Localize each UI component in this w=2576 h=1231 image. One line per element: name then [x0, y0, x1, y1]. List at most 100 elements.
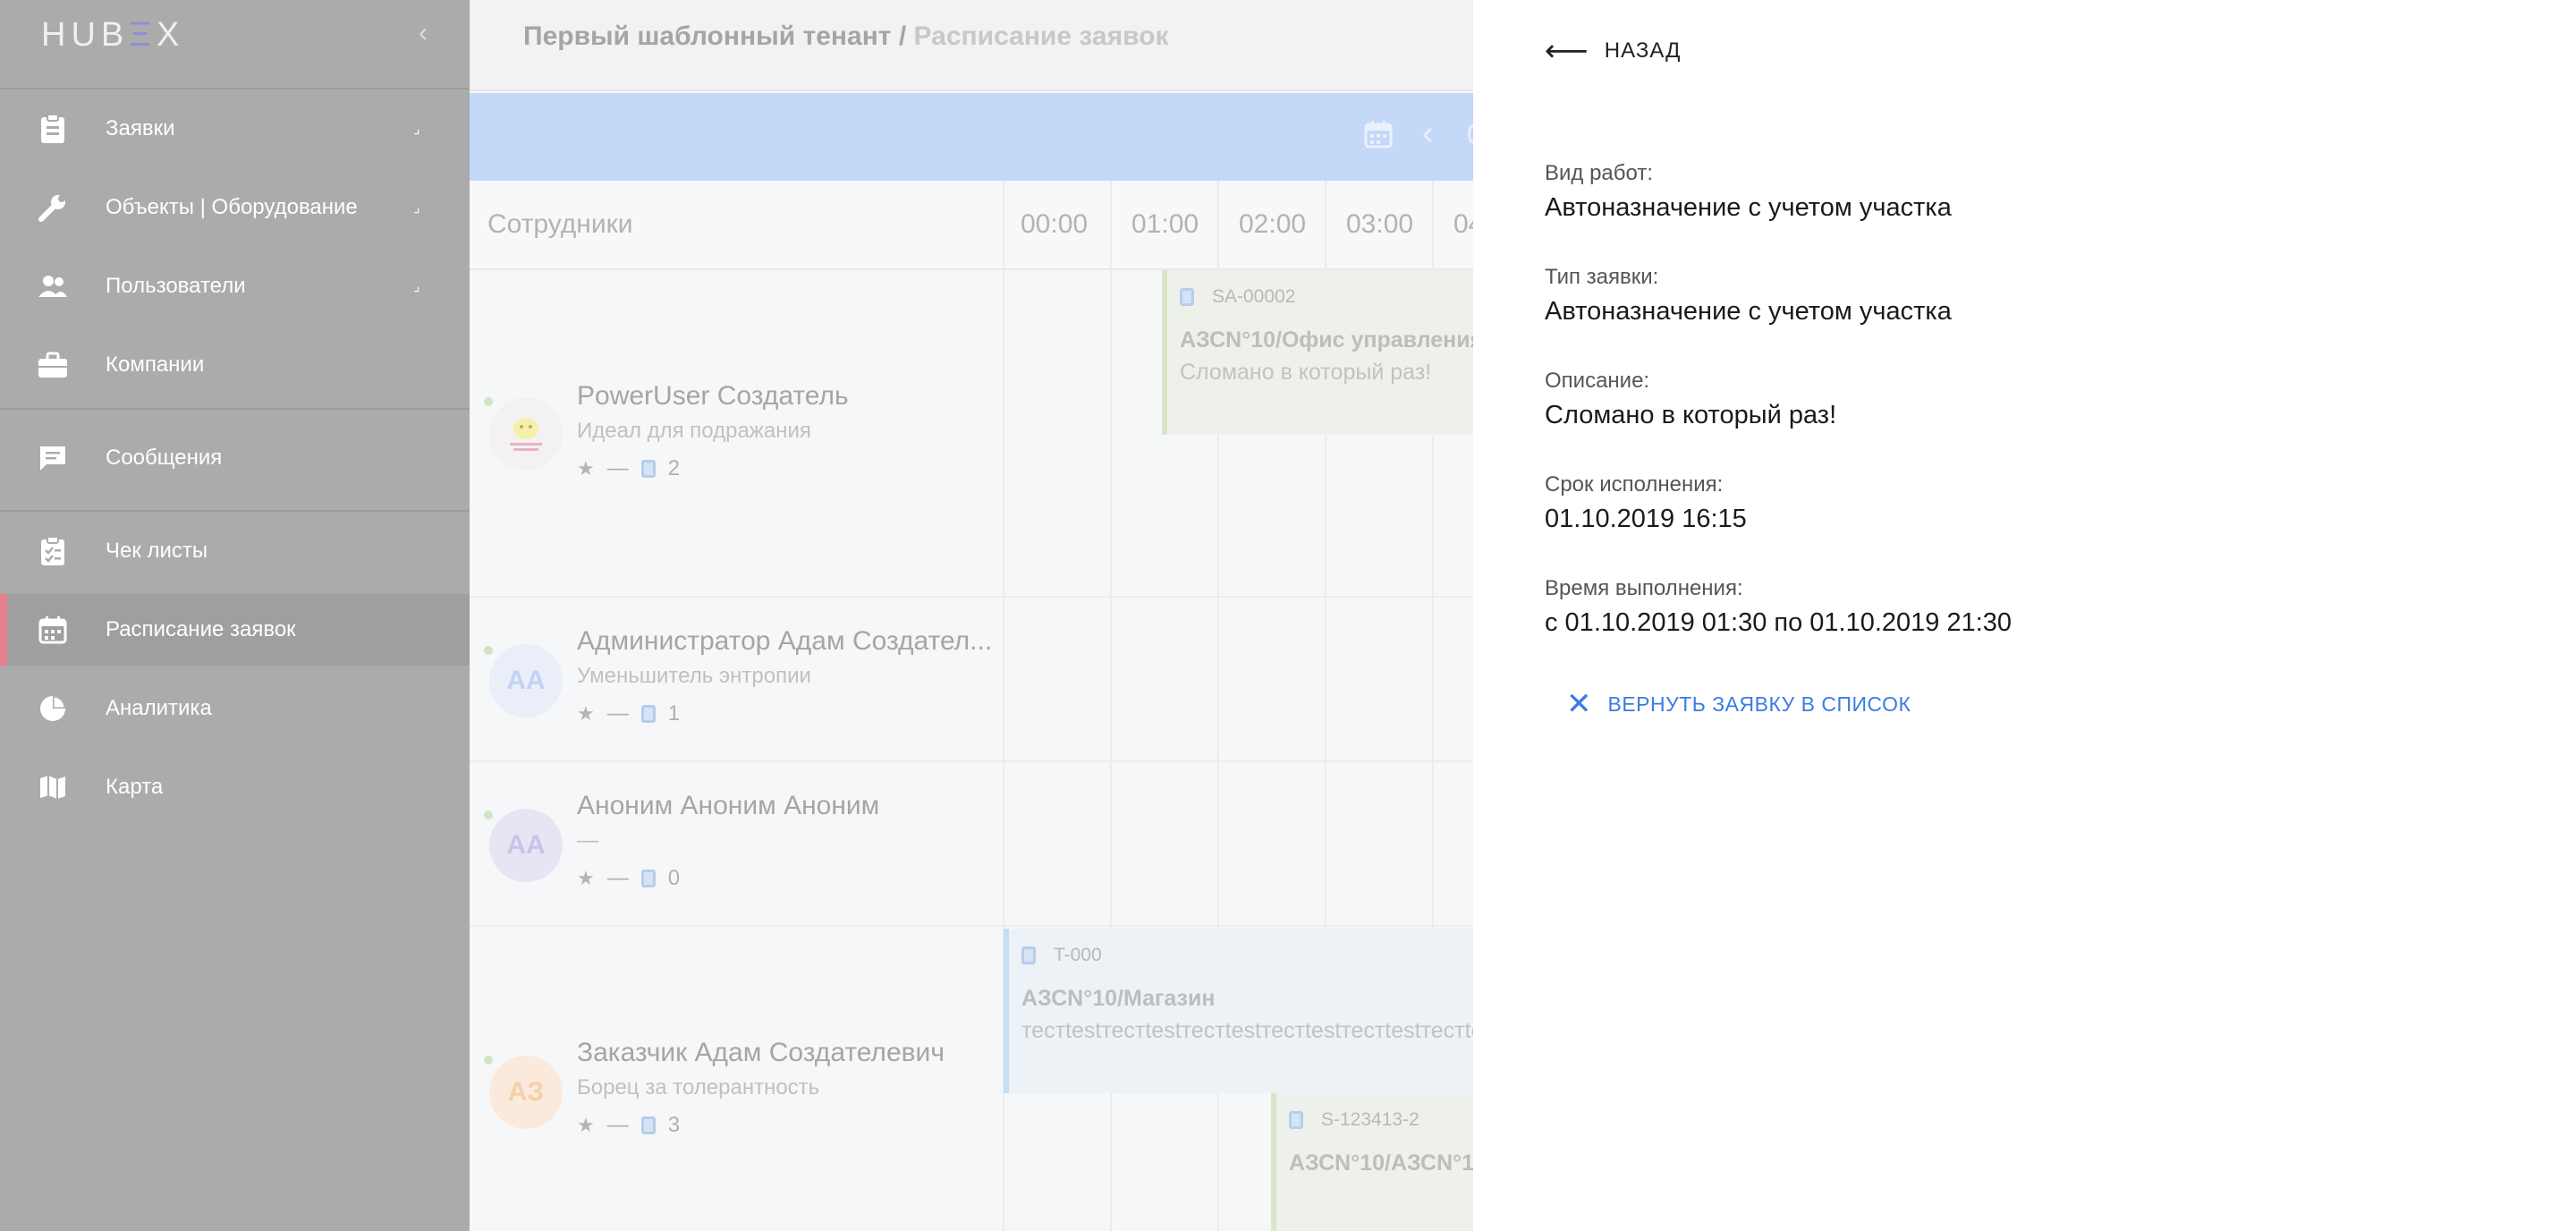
employee-rating: — — [606, 1113, 629, 1137]
schedule-toolbar: ‹ 01 — [470, 93, 1489, 181]
online-status-dot — [484, 646, 493, 655]
star-icon: ★ — [577, 457, 595, 480]
sidebar-item-map[interactable]: Карта — [0, 751, 470, 823]
time-column-header: 03:00 — [1346, 209, 1414, 239]
header-bar: Первый шаблонный тенант / Расписание зая… — [470, 0, 1489, 91]
briefcase-icon — [38, 350, 68, 380]
sidebar-item-label: Заявки — [106, 116, 175, 140]
pie-chart-icon — [38, 693, 68, 724]
employee-rating: — — [606, 701, 629, 726]
wrench-icon — [38, 192, 68, 223]
request-type-label: Тип заявки: — [1545, 265, 1659, 289]
employee-position: Борец за толерантность — [577, 1075, 820, 1099]
task-title: АЗСN°10/Офис управления — [1180, 327, 1484, 352]
sidebar-item-label: Расписание заявок — [106, 617, 296, 641]
calendar-icon — [38, 615, 68, 645]
employee-name[interactable]: Аноним Аноним Аноним — [577, 791, 879, 821]
task-card[interactable]: SA-00002 АЗСN°10/Офис управления Сломано… — [1162, 270, 1489, 435]
employee-meta: ★ — 2 — [577, 456, 680, 481]
clipboard-icon — [1021, 947, 1036, 964]
expand-arrow-icon: ⌟ — [413, 279, 420, 294]
previous-day-icon[interactable]: ‹ — [1422, 115, 1434, 153]
sidebar-item-label: Карта — [106, 775, 164, 799]
employee-position: Идеал для подражания — [577, 419, 811, 443]
sidebar-item-label: Пользователи — [106, 274, 246, 298]
employee-name[interactable]: PowerUser Создатель — [577, 381, 849, 412]
sidebar-item-label: Компании — [106, 352, 205, 377]
breadcrumb-separator: / — [891, 21, 914, 51]
employee-position: — — [577, 828, 598, 853]
deadline-label: Срок исполнения: — [1545, 472, 1724, 497]
sidebar-item-label: Аналитика — [106, 696, 212, 720]
employee-meta: ★ — 1 — [577, 701, 680, 726]
expand-arrow-icon: ⌟ — [413, 122, 420, 137]
checklist-icon — [38, 536, 68, 566]
return-to-list-button[interactable]: ✕ ВЕРНУТЬ ЗАЯВКУ В СПИСОК — [1566, 689, 1911, 719]
sidebar-item-analytics[interactable]: Аналитика — [0, 673, 470, 744]
employee-name[interactable]: Администратор Адам Создател... — [577, 626, 992, 657]
users-icon — [38, 271, 68, 301]
sidebar-item-requests[interactable]: Заявки ⌟ — [0, 93, 470, 165]
clipboard-icon — [38, 114, 68, 144]
employee-task-count: 3 — [667, 1113, 681, 1137]
star-icon: ★ — [577, 867, 595, 889]
employee-position: Уменьшитель энтропии — [577, 664, 811, 688]
employee-rating: — — [606, 456, 629, 480]
sidebar-item-label: Чек листы — [106, 539, 208, 563]
execution-time-value: с 01.10.2019 01:30 по 01.10.2019 21:30 — [1545, 608, 2012, 637]
sidebar-item-messages[interactable]: Сообщения — [0, 422, 470, 494]
star-icon: ★ — [577, 702, 595, 725]
sidebar-divider — [0, 88, 470, 89]
online-status-dot — [484, 397, 493, 406]
clipboard-icon — [640, 705, 656, 723]
sidebar-item-users[interactable]: Пользователи ⌟ — [0, 250, 470, 322]
task-card[interactable]: T-000 АЗСN°10/Магазин тестtestтестtestте… — [1004, 929, 1489, 1093]
collapse-sidebar-icon[interactable]: ‹ — [419, 18, 428, 48]
task-title: АЗСN°10/АЗСN°1 — [1289, 1150, 1475, 1176]
employee-rating: — — [606, 866, 629, 890]
employee-task-count: 1 — [667, 701, 681, 726]
sidebar-item-companies[interactable]: Компании — [0, 329, 470, 401]
description-label: Описание: — [1545, 369, 1650, 393]
task-id: SA-00002 — [1212, 286, 1296, 307]
expand-arrow-icon: ⌟ — [413, 200, 420, 216]
sidebar-divider — [0, 510, 470, 512]
employee-task-count: 2 — [667, 456, 681, 480]
work-type-value: Автоназначение с учетом участка — [1545, 193, 1952, 222]
back-button[interactable]: ⟵ НАЗАД — [1545, 36, 1681, 66]
schedule-area: Первый шаблонный тенант / Расписание зая… — [470, 0, 1489, 1231]
employee-meta: ★ — 3 — [577, 1113, 680, 1138]
avatar: АЗ — [489, 1056, 563, 1129]
task-card[interactable]: S-123413-2 АЗСN°10/АЗСN°1 — [1271, 1093, 1489, 1231]
request-detail-panel: ⟵ НАЗАД Вид работ: Автоназначение с учет… — [1473, 0, 2576, 1231]
employee-row[interactable]: АА Аноним Аноним Аноним — ★ — 0 — [470, 762, 1489, 927]
sidebar-item-checklists[interactable]: Чек листы — [0, 515, 470, 587]
employee-row[interactable]: АА Администратор Адам Создател... Уменьш… — [470, 598, 1489, 762]
task-title: АЗСN°10/Магазин — [1021, 986, 1216, 1011]
sidebar-divider — [0, 408, 470, 410]
date-picker-icon[interactable] — [1364, 120, 1400, 156]
breadcrumb: Первый шаблонный тенант / Расписание зая… — [523, 21, 1169, 52]
avatar — [489, 397, 563, 471]
task-description: Сломано в который раз! — [1180, 360, 1432, 385]
app-logo[interactable]: HUBΞX — [41, 16, 184, 55]
arrow-left-icon: ⟵ — [1545, 34, 1589, 68]
sidebar-item-schedule[interactable]: Расписание заявок — [0, 594, 470, 666]
employee-task-count: 0 — [667, 866, 681, 890]
sidebar-item-label: Сообщения — [106, 446, 223, 470]
schedule-header-row: Сотрудники 00:00 01:00 02:00 03:00 04 — [470, 181, 1489, 270]
employee-name[interactable]: Заказчик Адам Создателевич — [577, 1038, 945, 1068]
execution-time-label: Время выполнения: — [1545, 576, 1743, 600]
map-icon — [38, 772, 68, 802]
task-id: S-123413-2 — [1321, 1109, 1419, 1130]
star-icon: ★ — [577, 1114, 595, 1136]
deadline-value: 01.10.2019 16:15 — [1545, 505, 1747, 533]
sidebar-item-objects[interactable]: Объекты | Оборудование ⌟ — [0, 172, 470, 243]
avatar: АА — [489, 644, 563, 717]
clipboard-icon — [640, 1116, 656, 1134]
clipboard-icon — [640, 870, 656, 887]
employees-column-header: Сотрудники — [487, 209, 633, 239]
online-status-dot — [484, 811, 493, 819]
breadcrumb-tenant[interactable]: Первый шаблонный тенант — [523, 21, 892, 51]
avatar: АА — [489, 809, 563, 882]
